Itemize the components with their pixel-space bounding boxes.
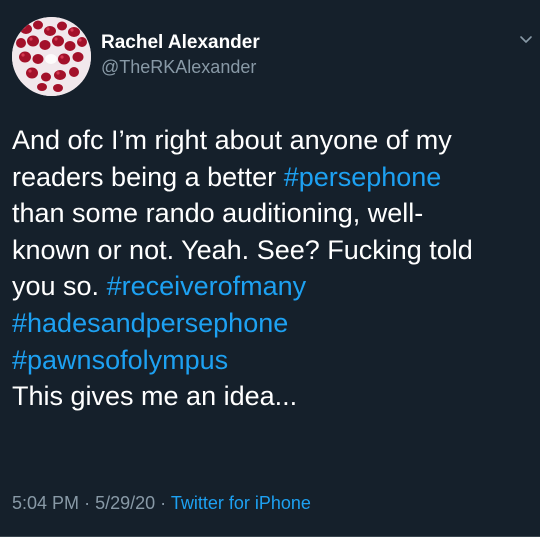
pomegranate-seeds-image <box>12 17 91 96</box>
meta-separator: · <box>160 493 167 513</box>
tweet-text-segment: than some rando auditioning, well- <box>12 198 424 229</box>
user-handle[interactable]: @TheRKAlexander <box>101 57 256 78</box>
tweet-text-line: #hadesandpersephone <box>12 305 532 342</box>
avatar[interactable] <box>12 17 91 96</box>
tweet-text: And ofc I’m right about anyone of my read… <box>12 122 532 415</box>
tweet-text-segment: And ofc I’m right about anyone of my <box>12 125 452 155</box>
display-name[interactable]: Rachel Alexander <box>101 32 260 54</box>
tweet-date[interactable]: 5/29/20 <box>95 493 155 513</box>
hashtag-link[interactable]: #pawnsofolympus <box>12 345 228 375</box>
chevron-down-icon[interactable] <box>519 33 533 47</box>
tweet-time[interactable]: 5:04 PM <box>12 493 79 513</box>
tweet-text-segment: known or not. Yeah. See? Fucking told <box>12 234 473 265</box>
tweet-text-line: #pawnsofolympus <box>12 342 532 379</box>
tweet-text-line: readers being a better #persephone <box>12 159 532 196</box>
tweet-text-segment: This gives me an idea... <box>12 381 298 412</box>
tweet-card: Rachel Alexander @TheRKAlexander And ofc… <box>0 0 540 537</box>
tweet-source-link[interactable]: Twitter for iPhone <box>171 493 311 513</box>
hashtag-link[interactable]: #persephone <box>284 162 442 192</box>
meta-separator: · <box>84 493 91 513</box>
hashtag-link[interactable]: #receiverofmany <box>107 271 307 301</box>
tweet-text-line: you so. #receiverofmany <box>12 268 532 305</box>
hashtag-link[interactable]: #hadesandpersephone <box>12 308 288 338</box>
tweet-text-segment: readers being a better <box>12 161 284 192</box>
tweet-text-segment: you so. <box>12 271 107 302</box>
tweet-metadata: 5:04 PM · 5/29/20 · Twitter for iPhone <box>12 493 311 514</box>
tweet-text-line: This gives me an idea... <box>12 378 532 415</box>
tweet-text-line: known or not. Yeah. See? Fucking told <box>12 232 532 269</box>
tweet-text-line: And ofc I’m right about anyone of my <box>12 122 532 159</box>
tweet-text-line: than some rando auditioning, well- <box>12 195 532 232</box>
